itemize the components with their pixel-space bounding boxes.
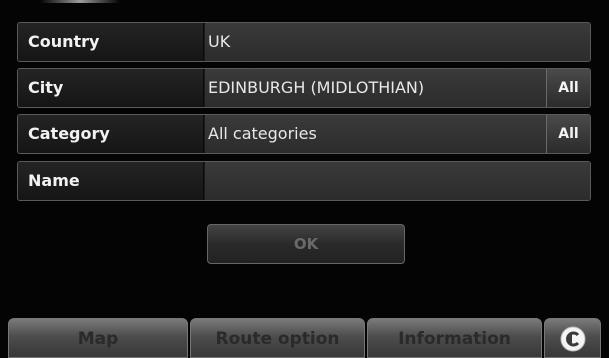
country-label: Country — [18, 23, 204, 61]
name-row[interactable]: Name — [17, 161, 591, 201]
map-button[interactable]: Map — [8, 318, 188, 358]
route-option-button[interactable]: Route option — [190, 318, 365, 358]
city-field[interactable]: EDINBURGH (MIDLOTHIAN) — [205, 69, 546, 107]
category-field[interactable]: All categories — [205, 115, 546, 153]
back-arrow-icon — [560, 326, 585, 352]
information-button[interactable]: Information — [367, 318, 542, 358]
back-button[interactable] — [544, 318, 601, 358]
category-all-button[interactable]: All — [546, 115, 590, 153]
category-row[interactable]: Category All categories All — [17, 114, 591, 154]
city-all-button[interactable]: All — [546, 69, 590, 107]
country-field[interactable]: UK — [205, 23, 590, 61]
city-label: City — [18, 69, 204, 107]
name-field[interactable] — [205, 162, 590, 200]
name-label: Name — [18, 162, 204, 200]
category-label: Category — [18, 115, 204, 153]
city-row[interactable]: City EDINBURGH (MIDLOTHIAN) All — [17, 68, 591, 108]
search-screen: Country UK City EDINBURGH (MIDLOTHIAN) A… — [0, 0, 609, 358]
ok-button[interactable]: OK — [207, 224, 405, 264]
top-highlight — [40, 0, 120, 3]
country-row[interactable]: Country UK — [17, 22, 591, 62]
bottom-toolbar: Map Route option Information — [0, 318, 609, 358]
